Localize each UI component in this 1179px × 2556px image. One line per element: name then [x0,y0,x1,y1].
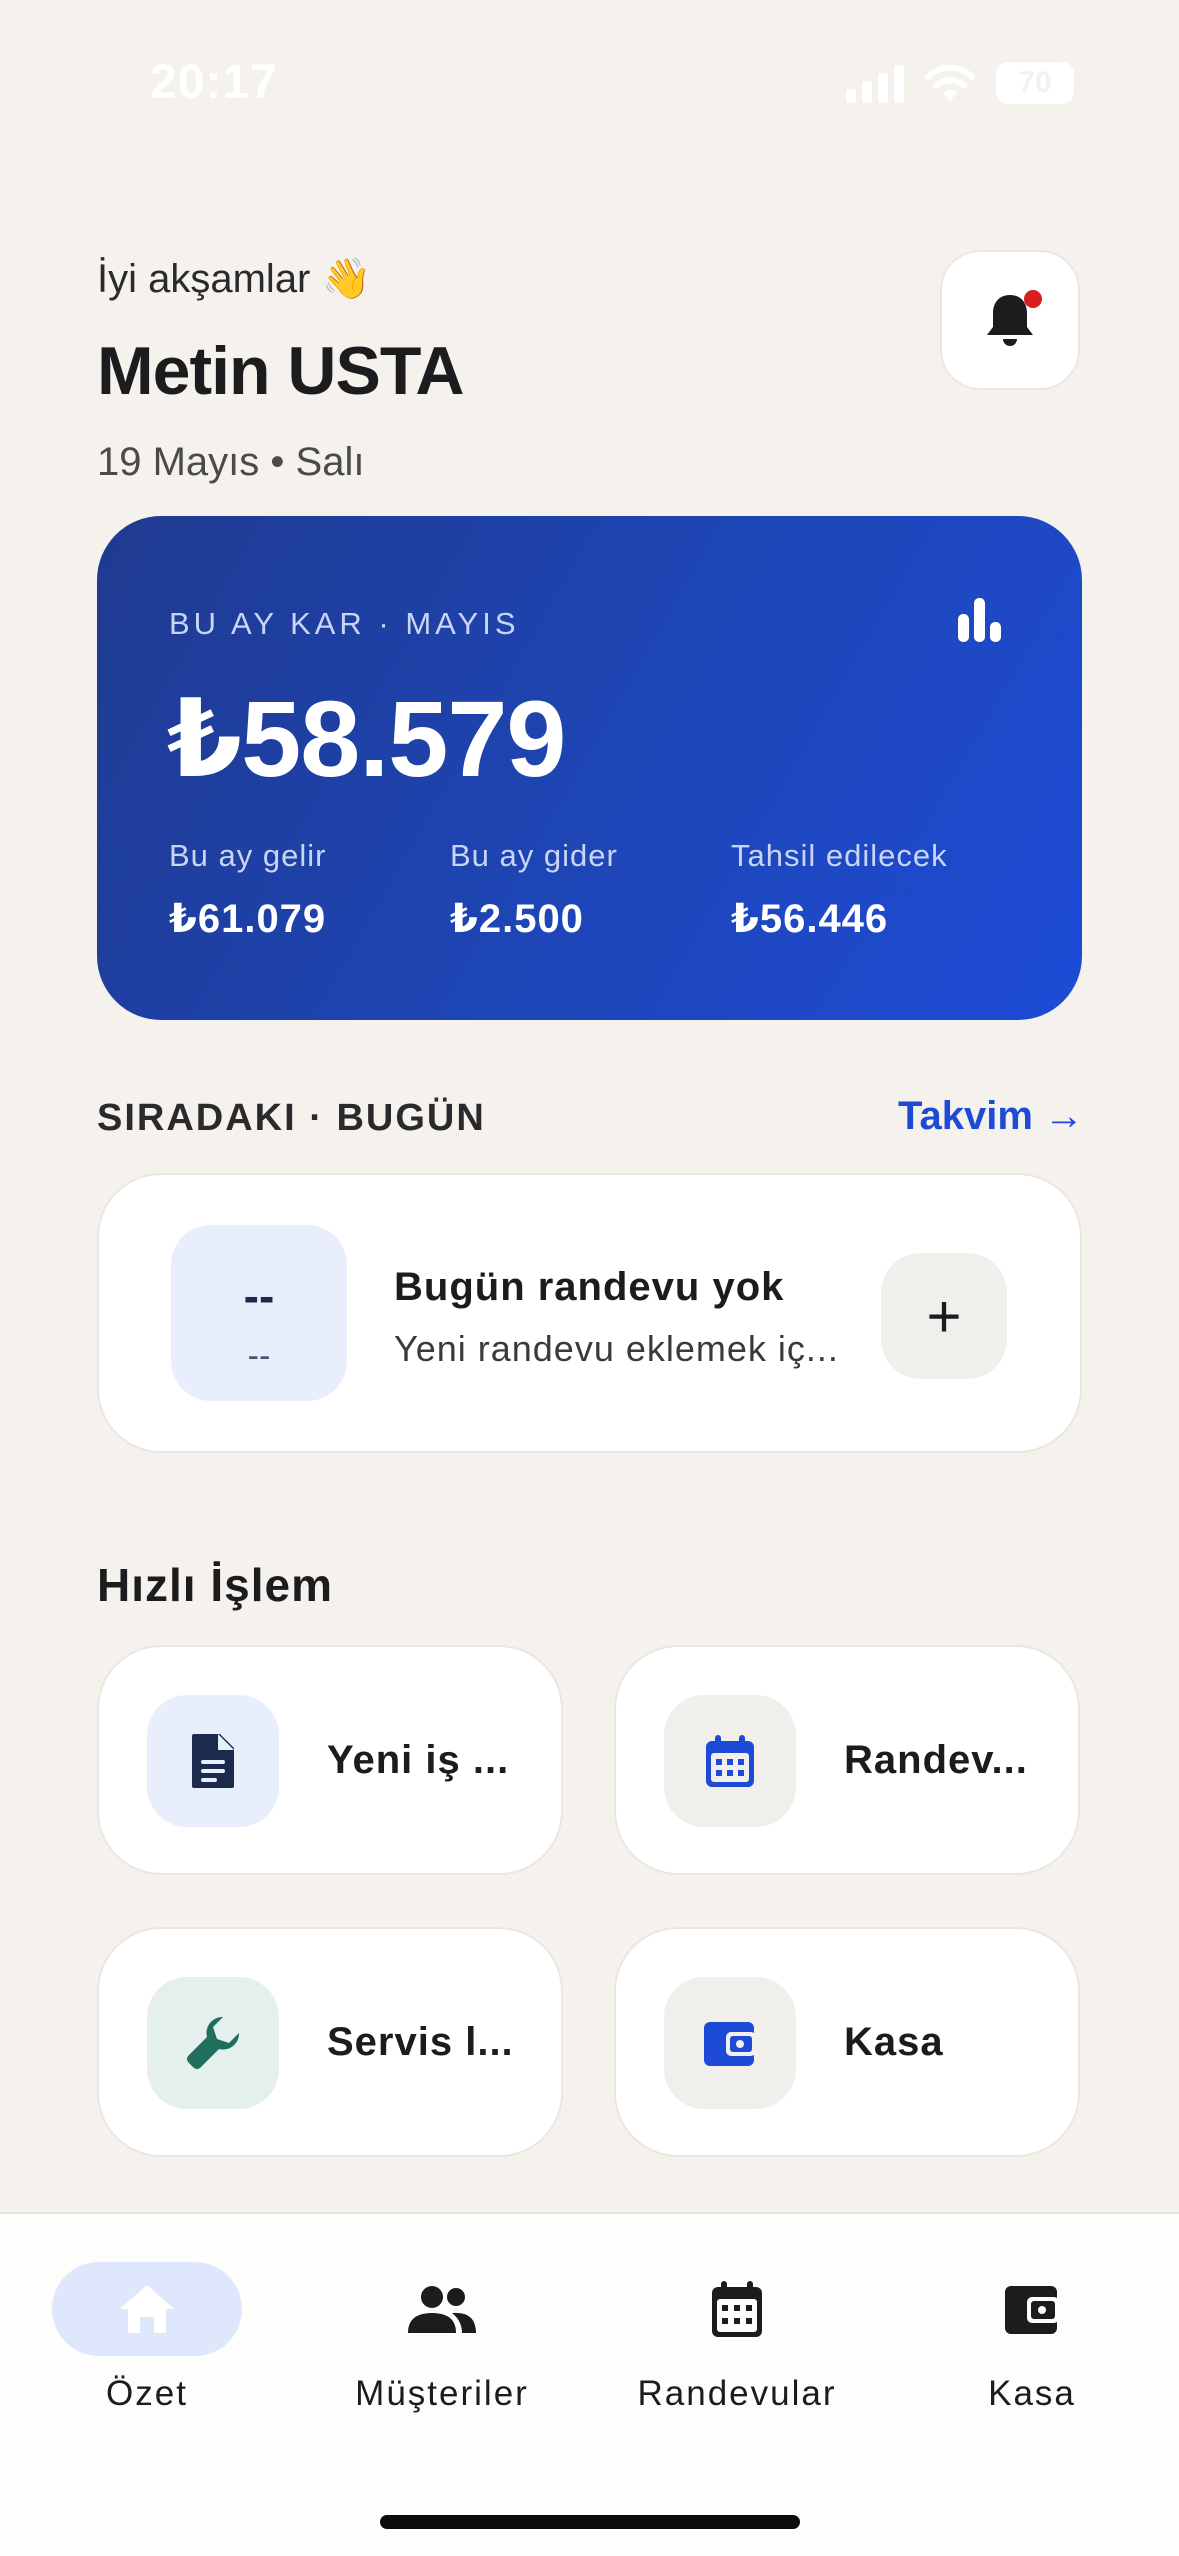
calendar-link[interactable]: Takvim → [898,1094,1084,1139]
appointment-time: -- [243,1270,275,1322]
stat-label: Bu ay gelir [169,838,327,873]
wifi-icon [925,64,975,101]
plus-icon: + [926,1282,962,1350]
calendar-icon [664,1695,796,1827]
appointment-title: Bugün randevu yok [394,1265,785,1309]
nav-label: Randevular [637,2374,837,2413]
nav-label: Özet [106,2374,188,2413]
receivable-stat: Tahsil edilecek ₺56.446 [731,838,948,942]
nav-label: Kasa [988,2374,1076,2413]
user-name: Metin USTA [97,333,464,409]
income-stat: Bu ay gelir ₺61.079 [169,838,326,942]
document-icon [147,1695,279,1827]
stat-label: Tahsil edilecek [731,838,948,873]
nav-item-customers[interactable]: Müşteriler [322,2262,562,2414]
chart-icon [958,598,1001,642]
appointment-subtitle: Yeni randevu eklemek iç... [394,1328,839,1369]
appointment-time-box: -- -- [171,1225,347,1401]
quick-action-label: Servis l... [327,2020,514,2064]
stat-value: ₺61.079 [169,897,327,941]
stat-value: ₺56.446 [731,897,889,941]
notification-dot [1024,290,1042,308]
wrench-icon [147,1977,279,2109]
nav-item-cash[interactable]: Kasa [912,2262,1152,2414]
add-appointment-button[interactable]: + [881,1253,1007,1379]
greeting: İyi akşamlar 👋 [97,257,372,301]
wallet-icon [1005,2286,1059,2334]
calendar-icon [712,2281,762,2337]
home-indicator[interactable] [380,2515,800,2529]
quick-action-label: Randev... [844,1738,1028,1782]
expense-stat: Bu ay gider ₺2.500 [450,838,618,942]
nav-label: Müşteriler [355,2374,529,2413]
status-bar: 20:17 70 [0,0,1179,170]
nav-item-summary[interactable]: Özet [27,2262,267,2414]
battery-icon: 70 [996,62,1074,104]
notifications-button[interactable] [940,250,1080,390]
quick-action-appointment[interactable]: Randev... [614,1645,1080,1875]
nav-pill [347,2262,537,2356]
status-time: 20:17 [150,56,278,109]
home-icon [120,2285,174,2333]
users-icon [408,2286,476,2333]
quick-action-new-job[interactable]: Yeni iş ... [97,1645,563,1875]
nav-item-appointments[interactable]: Randevular [617,2262,857,2414]
date-line: 19 Mayıs • Salı [97,440,365,484]
profit-amount: ₺58.579 [167,678,566,799]
quick-action-label: Yeni iş ... [327,1738,510,1782]
stat-label: Bu ay gider [450,838,618,873]
signal-icon [846,63,904,103]
appointment-time-sub: -- [247,1337,271,1375]
quick-action-cash[interactable]: Kasa [614,1927,1080,2157]
wallet-icon [664,1977,796,2109]
nav-pill [642,2262,832,2356]
next-section-title: SIRADAKI · BUGÜN [97,1097,486,1139]
nav-pill [937,2262,1127,2356]
nav-pill-active [52,2262,242,2356]
quick-actions-title: Hızlı İşlem [97,1559,333,1611]
next-appointment-card[interactable]: -- -- Bugün randevu yok Yeni randevu ekl… [97,1173,1082,1453]
monthly-profit-card[interactable]: BU AY KAR · MAYIS ₺58.579 Bu ay gelir ₺6… [97,516,1082,1020]
stat-value: ₺2.500 [450,897,584,941]
profit-label: BU AY KAR · MAYIS [169,606,520,641]
quick-action-label: Kasa [844,2020,944,2064]
status-icons: 70 [846,62,1074,104]
bottom-navigation: Özet Müşteriler Randevular Kasa [0,2212,1179,2556]
quick-action-service[interactable]: Servis l... [97,1927,563,2157]
